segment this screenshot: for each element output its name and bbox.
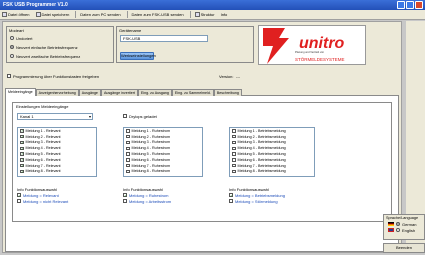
language-english[interactable]: English [384, 227, 424, 233]
tab-ausgaenge[interactable]: Ausgänge [78, 89, 101, 96]
tab-anzeigenhervorhebung[interactable]: Anzeigenhervorhebung [35, 89, 79, 96]
channel-select[interactable]: Kanal 1 ▾ [17, 113, 93, 120]
logo-subtitle: Planung und Vertrieb von [295, 50, 325, 54]
inputs-group: Einstellungen Meldeeingänge Kanal 1 ▾ Dr… [12, 102, 392, 222]
checkbox-icon [123, 114, 127, 118]
window-title: FSK USB Programmer V1.0 [3, 2, 68, 8]
svg-text:unitro: unitro [299, 35, 345, 52]
tab-ausgaenge-invertiert[interactable]: Ausgänge invertiert [100, 89, 138, 96]
exit-button[interactable]: Beenden [383, 243, 425, 253]
list-item[interactable]: ✓ Meldung 8 - Relevant [18, 169, 96, 175]
german-flag-icon [388, 222, 394, 226]
chevron-down-icon: ▾ [88, 114, 91, 119]
close-button[interactable] [415, 1, 423, 9]
mode-option-2[interactable]: Neuvert zweifache Betriebsfrequenz [10, 53, 80, 59]
tab-panel: Einstellungen Meldeeingänge Kanal 1 ▾ Dr… [5, 96, 399, 252]
logo-tagline: STÖRMELDESYSTEME [295, 56, 345, 62]
device-group: Gerätename FSK-USB Werkseinstellungen [116, 26, 254, 63]
toolbar: Datei öffnen Datei speichern Daten zum P… [0, 10, 425, 20]
inputs-group-title: Einstellungen Meldeeingänge [16, 104, 69, 109]
dryloop-checkbox[interactable]: Drylops geladet [123, 113, 157, 119]
tab-meldeeingaenge[interactable]: Meldeeingänge [5, 88, 36, 96]
checkbox-icon [123, 199, 127, 203]
check-icon: ✓ [17, 193, 22, 198]
info-button[interactable]: Info [221, 12, 228, 17]
check-icon: ✓ [20, 139, 25, 145]
structure-menu[interactable]: Struktur [194, 12, 215, 17]
toolbar-separator [189, 11, 191, 18]
ruhestrom-list: Meldung 1 - Ruhestrom Meldung 2 - Ruhest… [123, 127, 203, 177]
version-label: Version: [219, 74, 234, 79]
info-legend-2: Info Funktionsauswahl ✓ Meldung = Ruhestr… [123, 187, 172, 204]
send-to-device-button[interactable]: Daten zum FSK-USB senden [132, 12, 184, 17]
radio-selected-icon [10, 45, 14, 49]
radio-icon [396, 228, 400, 232]
lightning-logo-icon: unitro STÖRMELDESYSTEME Planung und Vert… [263, 28, 345, 64]
info-legend-3: Info Funktionsauswahl ✓ Meldung = Betrieb… [229, 187, 285, 204]
tab-beschreibung[interactable]: Beschreibung [213, 89, 242, 96]
mode-option-0[interactable]: Undoriert [10, 35, 80, 41]
main-area: Modeart Undoriert Neuvert einfache Betri… [2, 21, 402, 253]
mode-option-1[interactable]: Neuvert einfache Betriebsfrequenz [10, 44, 80, 50]
disk-icon [35, 12, 41, 17]
structure-icon [194, 12, 200, 17]
mode-title: Modeart [9, 28, 24, 33]
mode-group: Modeart Undoriert Neuvert einfache Betri… [6, 26, 114, 63]
info-legend-1: Info Funktionsauswahl ✓ Meldung = Relevan… [17, 187, 69, 204]
language-title: Sprache/Language [386, 216, 419, 220]
relevant-list: ✓ Meldung 1 - Relevant ✓ Meldung 2 - Relev… [17, 127, 97, 177]
betriebsmeldung-list: Meldung 1 - Betriebsmeldung Meldung 2 - … [229, 127, 315, 177]
checkbox-icon [17, 199, 21, 203]
tab-bar: Meldeeingänge Anzeigenhervorhebung Ausgä… [5, 88, 399, 96]
list-item[interactable]: Meldung 8 - Betriebsmeldung [230, 169, 314, 175]
company-logo: unitro STÖRMELDESYSTEME Planung und Vert… [258, 25, 366, 65]
check-icon: ✓ [20, 133, 25, 139]
check-icon: ✓ [20, 162, 25, 168]
factory-settings-button[interactable]: Werkseinstellungen [120, 52, 156, 60]
check-icon: ✓ [20, 128, 25, 134]
radio-selected-icon [396, 222, 400, 226]
title-bar: FSK USB Programmer V1.0 [0, 0, 425, 10]
tab-eing-zu-sammelmeld[interactable]: Eing. zu Sammelmeld. [171, 89, 214, 96]
device-name-field[interactable]: FSK-USB [120, 35, 208, 42]
checkbox-icon [7, 74, 11, 78]
folder-icon [2, 12, 7, 17]
radio-icon [10, 54, 14, 58]
send-to-pc-button[interactable]: Daten zum PC senden [80, 12, 120, 17]
uk-flag-icon [388, 228, 394, 232]
check-icon: ✓ [20, 157, 25, 163]
tab-eing-zu-ausgang[interactable]: Eing. zu Ausgang [137, 89, 172, 96]
check-icon: ✓ [20, 168, 25, 174]
version-value: --- [236, 74, 240, 79]
check-icon: ✓ [20, 151, 25, 157]
radio-icon [10, 36, 14, 40]
save-file-button[interactable]: Datei speichern [35, 12, 69, 17]
toolbar-separator [126, 11, 128, 18]
checkbox-icon [229, 199, 233, 203]
device-title: Gerätename [119, 28, 142, 33]
minimize-button[interactable] [397, 1, 405, 9]
list-item[interactable]: Meldung 8 - Ruhestrom [124, 169, 202, 175]
programming-checkbox[interactable]: Programmierung über Funktionstasten frei… [7, 73, 99, 79]
check-icon: ✓ [123, 193, 128, 198]
toolbar-separator [75, 11, 77, 18]
check-icon: ✓ [229, 193, 234, 198]
open-file-button[interactable]: Datei öffnen [2, 12, 30, 17]
check-icon: ✓ [20, 145, 25, 151]
language-group: Sprache/Language German English [383, 214, 425, 240]
maximize-button[interactable] [406, 1, 414, 9]
